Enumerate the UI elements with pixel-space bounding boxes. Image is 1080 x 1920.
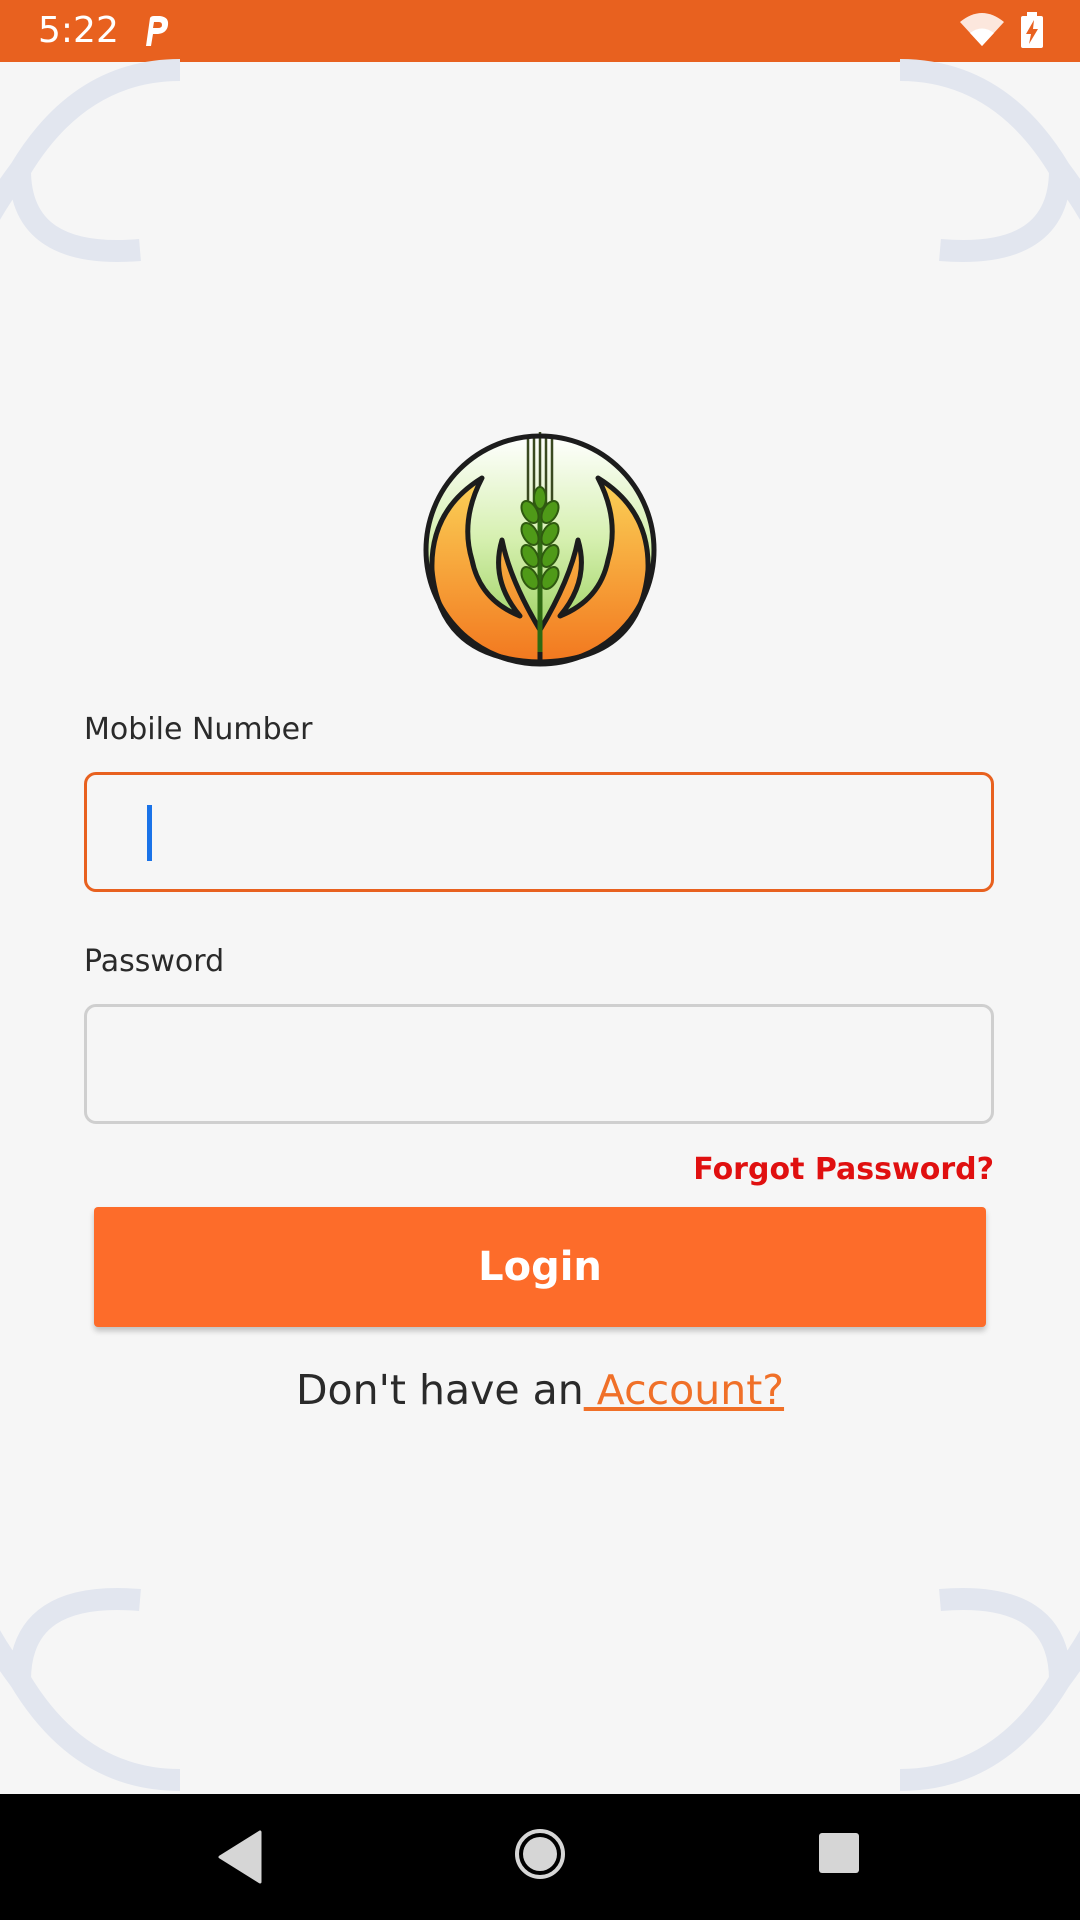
decorative-leaf-icon [899, 59, 1080, 262]
decorative-leaf-icon [899, 1588, 1080, 1791]
password-label: Password [84, 944, 225, 979]
p-app-icon [146, 16, 169, 46]
battery-charging-icon [1021, 12, 1043, 48]
mobile-number-label: Mobile Number [84, 712, 313, 747]
back-triangle-icon[interactable] [216, 1830, 262, 1884]
wifi-icon [960, 13, 1004, 46]
login-screen: 5:22 Mobile Number Password Forgot Passw… [0, 0, 1080, 1920]
recents-square-icon[interactable] [818, 1832, 860, 1874]
decorative-leaf-icon [0, 1588, 181, 1791]
text-caret [147, 805, 152, 861]
home-circle-icon[interactable] [514, 1828, 566, 1880]
status-time: 5:22 [38, 10, 119, 51]
signup-prompt: Don't have an Account? [0, 1366, 1080, 1414]
login-button[interactable]: Login [94, 1207, 986, 1327]
decorative-leaf-icon [0, 59, 181, 262]
forgot-password-link[interactable]: Forgot Password? [693, 1152, 994, 1187]
wheat-hands-logo [423, 432, 657, 667]
navigation-bar [0, 1794, 1080, 1920]
mobile-number-input[interactable] [84, 772, 994, 892]
signup-prefix-text: Don't have an [295, 1366, 584, 1414]
password-input[interactable] [84, 1004, 994, 1124]
create-account-link[interactable]: Account? [584, 1366, 784, 1414]
